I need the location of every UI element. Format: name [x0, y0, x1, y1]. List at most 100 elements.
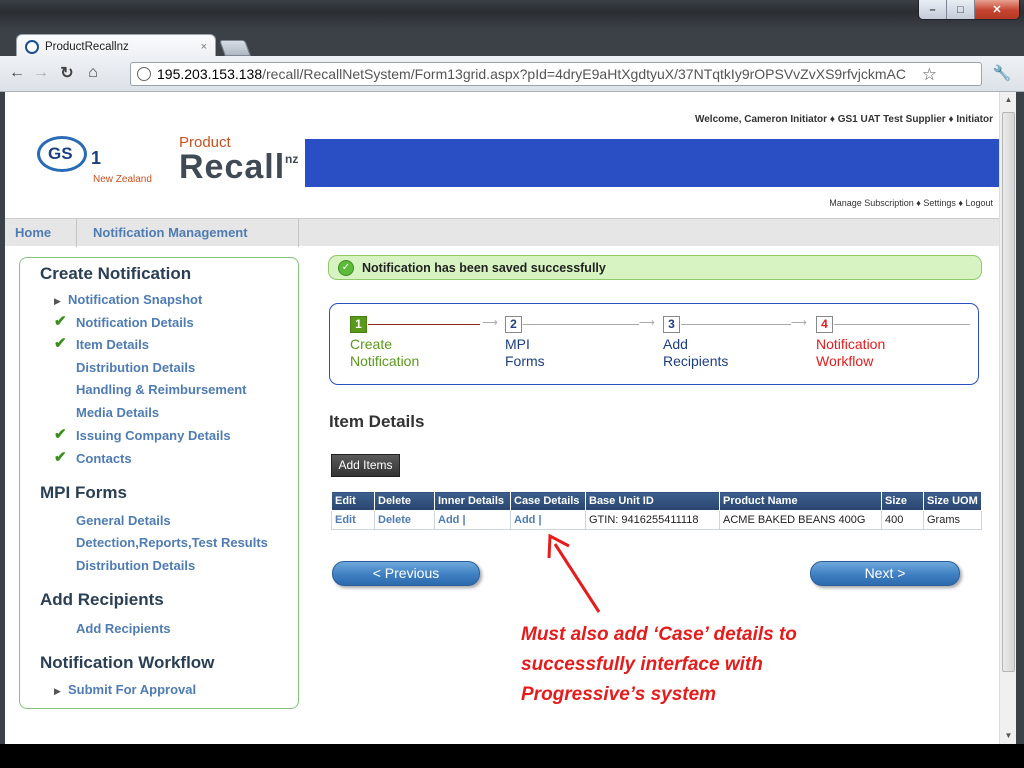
base-unit-id-cell: GTIN: 9416255411118 — [585, 510, 720, 530]
col-case-details[interactable]: Case Details — [510, 491, 586, 511]
step-1-label-line1: Create — [350, 336, 393, 352]
sidebar-item-general-details[interactable]: General Details — [76, 513, 171, 528]
step-connector — [368, 324, 480, 325]
arrow-right-icon: ⟶ — [791, 317, 807, 329]
col-inner-details[interactable]: Inner Details — [434, 491, 511, 511]
bullet-triangle-icon: ▶ — [54, 296, 61, 306]
checkmark-icon: ✔ — [54, 313, 67, 330]
col-product-name[interactable]: Product Name — [719, 491, 882, 511]
main-nav: Home Notification Management — [5, 218, 999, 247]
sidebar-item-handling[interactable]: Handling & Reimbursement — [76, 382, 246, 397]
step-2-label: MPI Forms — [505, 336, 545, 370]
step-1-number: 1 — [350, 316, 367, 333]
annotation-text: Must also add ‘Case’ details to successf… — [521, 620, 881, 710]
step-3-number: 3 — [663, 316, 680, 333]
table-row: Edit Delete Add | Add | GTIN: 9416255411… — [331, 510, 982, 530]
back-arrow-icon[interactable]: ← — [6, 62, 28, 84]
minimize-button[interactable]: – — [919, 0, 947, 19]
items-grid: Edit Delete Inner Details Case Details B… — [331, 491, 982, 530]
arrow-right-icon: ⟶ — [639, 317, 655, 329]
step-1[interactable]: 1 ⟶ Create Notification — [350, 316, 498, 369]
step-2-number: 2 — [505, 316, 522, 333]
col-size-uom[interactable]: Size UOM — [923, 491, 982, 511]
header-band — [305, 139, 999, 187]
wrench-icon[interactable]: 🔧 — [990, 62, 1014, 84]
col-size[interactable]: Size — [881, 491, 924, 511]
logo-new-zealand: New Zealand — [93, 174, 152, 185]
step-3[interactable]: 3 ⟶ Add Recipients — [663, 316, 807, 369]
sidebar-item-mpi-distribution[interactable]: Distribution Details — [76, 558, 195, 573]
scroll-up-icon[interactable]: ▲ — [1000, 92, 1017, 108]
scroll-down-icon[interactable]: ▼ — [1000, 728, 1017, 744]
forward-arrow-icon[interactable]: → — [30, 62, 52, 84]
step-connector — [834, 324, 970, 325]
add-case-details-link[interactable]: Add | — [510, 510, 586, 530]
checkmark-icon: ✔ — [54, 426, 67, 443]
vertical-scrollbar[interactable]: ▲ ▼ — [999, 92, 1016, 744]
browser-tab[interactable]: ProductRecallnz × — [16, 34, 216, 58]
previous-button[interactable]: < Previous — [332, 561, 480, 586]
arrow-right-icon: ⟶ — [482, 317, 498, 329]
step-4-label-line2: Workflow — [816, 353, 874, 369]
sidebar-item-submit-approval[interactable]: Submit For Approval — [68, 682, 196, 697]
tab-strip: ProductRecallnz × — [0, 30, 1024, 58]
tab-close-icon[interactable]: × — [201, 41, 207, 53]
favicon-icon — [25, 39, 39, 54]
checkmark-icon: ✔ — [54, 335, 67, 352]
address-bar[interactable]: 195.203.153.138/recall/RecallNetSystem/F… — [130, 62, 982, 86]
url-path: /recall/RecallNetSystem/Form13grid.aspx?… — [262, 66, 906, 82]
sidebar-heading-mpi: MPI Forms — [40, 483, 127, 502]
globe-icon — [137, 67, 151, 81]
logo-recall: Recall — [179, 148, 286, 186]
utility-links[interactable]: Manage Subscription ♦ Settings ♦ Logout — [829, 198, 993, 208]
new-tab-button[interactable] — [219, 40, 251, 56]
sidebar: Create Notification ▶ Notification Snaps… — [19, 257, 299, 709]
browser-window: – □ ✕ ProductRecallnz × ← → ↻ ⌂ 195.203.… — [0, 0, 1024, 768]
step-3-label: Add Recipients — [663, 336, 728, 370]
step-3-label-line1: Add — [663, 336, 688, 352]
add-inner-details-link[interactable]: Add | — [434, 510, 511, 530]
bookmark-star-icon[interactable]: ☆ — [922, 65, 937, 85]
col-edit[interactable]: Edit — [331, 491, 375, 511]
sidebar-item-notification-snapshot[interactable]: Notification Snapshot — [68, 292, 202, 307]
logo-gs1-digit: 1 — [91, 148, 102, 168]
checkmark-icon: ✔ — [54, 449, 67, 466]
add-items-button[interactable]: Add Items — [331, 454, 400, 477]
annotation-line-3: Progressive’s system — [521, 684, 717, 705]
sidebar-item-item-details[interactable]: Item Details — [76, 337, 149, 352]
step-2[interactable]: 2 ⟶ MPI Forms — [505, 316, 655, 369]
success-message: Notification has been saved successfully — [362, 261, 606, 275]
sidebar-item-notification-details[interactable]: Notification Details — [76, 315, 194, 330]
bullet-triangle-icon: ▶ — [54, 686, 61, 696]
next-button[interactable]: Next > — [810, 561, 960, 586]
scroll-thumb[interactable] — [1002, 112, 1015, 672]
step-1-label: Create Notification — [350, 336, 419, 370]
sidebar-item-detection[interactable]: Detection,Reports,Test Results — [76, 535, 268, 550]
step-1-label-line2: Notification — [350, 353, 420, 369]
nav-home[interactable]: Home — [5, 219, 77, 247]
browser-toolbar: ← → ↻ ⌂ 195.203.153.138/recall/RecallNet… — [0, 56, 1024, 92]
close-window-button[interactable]: ✕ — [975, 0, 1019, 19]
maximize-button[interactable]: □ — [947, 0, 975, 19]
sidebar-item-media[interactable]: Media Details — [76, 405, 159, 420]
delete-link[interactable]: Delete — [374, 510, 435, 530]
section-title: Item Details — [329, 412, 425, 431]
sidebar-item-add-recipients[interactable]: Add Recipients — [76, 621, 171, 636]
col-base-unit-id[interactable]: Base Unit ID — [585, 491, 720, 511]
step-2-label-line2: Forms — [505, 353, 545, 369]
annotation-line-2: successfully interface with — [521, 654, 763, 675]
nav-notification-management[interactable]: Notification Management — [83, 219, 299, 247]
sidebar-item-contacts[interactable]: Contacts — [76, 451, 132, 466]
col-delete[interactable]: Delete — [374, 491, 435, 511]
edit-link[interactable]: Edit — [331, 510, 375, 530]
reload-icon[interactable]: ↻ — [56, 62, 78, 84]
step-4-number: 4 — [816, 316, 833, 333]
step-4[interactable]: 4 Notification Workflow — [816, 316, 970, 369]
gs1-logo-icon: GS — [37, 136, 87, 172]
step-4-label: Notification Workflow — [816, 336, 885, 370]
sidebar-item-distribution-details[interactable]: Distribution Details — [76, 360, 195, 375]
product-recall-logo[interactable]: GS 1 New Zealand Product Recall nz — [35, 126, 315, 196]
window-bottom-edge — [0, 744, 1024, 768]
home-icon[interactable]: ⌂ — [82, 62, 104, 84]
sidebar-item-issuing-company[interactable]: Issuing Company Details — [76, 428, 231, 443]
